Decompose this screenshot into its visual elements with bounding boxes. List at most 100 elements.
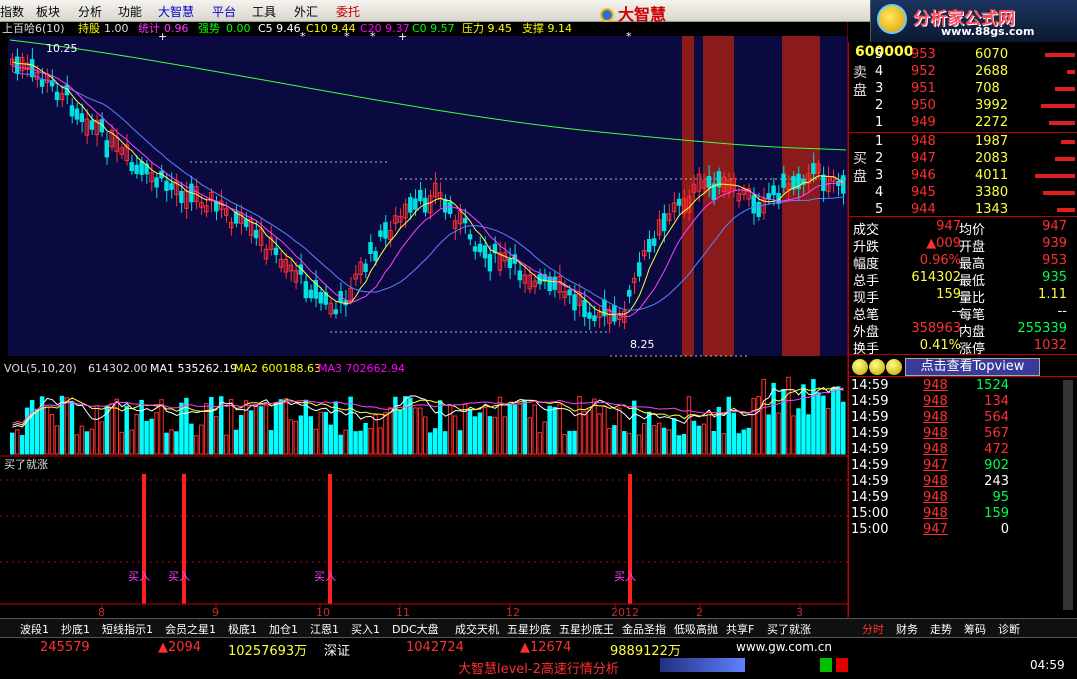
- candle-body: [477, 243, 483, 253]
- circle-icon-1[interactable]: [852, 359, 868, 375]
- status-sh-amount: 10257693万: [228, 644, 308, 659]
- stat-value-left: 358963: [911, 321, 961, 336]
- hold-label: 持股: [78, 22, 100, 35]
- view-tab[interactable]: 诊断: [998, 621, 1020, 637]
- candle-body: [646, 238, 652, 253]
- stat-value-right: 1.11: [1038, 287, 1067, 302]
- indicator-tab[interactable]: 五星抄底王: [559, 621, 614, 637]
- volume-bar: [273, 403, 279, 455]
- candle-body: [333, 309, 338, 315]
- tick-time: 14:59: [851, 442, 889, 457]
- volume-bar: [736, 433, 741, 455]
- indicator-tab[interactable]: DDC大盘: [392, 621, 439, 637]
- indicator-tab[interactable]: 会员之星1: [165, 621, 216, 637]
- candle-body: [129, 162, 134, 172]
- tick-volume: 134: [984, 394, 1009, 409]
- ask-level: 3: [875, 81, 884, 96]
- candle-body: [592, 315, 597, 322]
- menu-index[interactable]: 指数: [0, 3, 24, 20]
- signal-marker-icon: *: [344, 30, 350, 43]
- menu-forex[interactable]: 外汇: [294, 3, 318, 20]
- volume-bar: [661, 427, 667, 455]
- candle-body: [841, 175, 846, 194]
- candle-body: [368, 242, 373, 254]
- volume-bar: [711, 431, 717, 455]
- status-sh-volume: 245579: [40, 640, 90, 655]
- view-tab[interactable]: 分时: [862, 621, 884, 637]
- indicator-tab[interactable]: 极底1: [228, 621, 257, 637]
- indicator-tab[interactable]: 抄底1: [61, 621, 90, 637]
- menu-function[interactable]: 功能: [118, 3, 142, 20]
- tick-volume: 243: [984, 474, 1009, 489]
- view-tab[interactable]: 财务: [896, 621, 918, 637]
- volume-bar: [457, 430, 463, 455]
- candle-body: [418, 189, 423, 202]
- indicator-tab[interactable]: 江恩1: [310, 621, 339, 637]
- tick-volume: 567: [984, 426, 1009, 441]
- indicator-tab[interactable]: 短线指示1: [102, 621, 153, 637]
- indicator-tab[interactable]: 加仓1: [269, 621, 298, 637]
- indicator-tab[interactable]: 五星抄底: [507, 621, 551, 637]
- bid-price: 948: [911, 134, 936, 149]
- tick-scrollbar[interactable]: [1063, 380, 1073, 610]
- volume-bar: [816, 392, 821, 455]
- tick-time: 14:59: [851, 490, 889, 505]
- menu-dzh[interactable]: 大智慧: [158, 3, 194, 20]
- view-tab[interactable]: 走势: [930, 621, 952, 637]
- stat-value-left: 614302: [911, 270, 961, 285]
- volume-bar: [233, 429, 239, 455]
- indicator-tab[interactable]: 波段1: [20, 621, 49, 637]
- menu-platform[interactable]: 平台: [212, 3, 236, 20]
- stock-title: 上百哈6(10): [2, 22, 65, 35]
- volume-bar: [836, 386, 841, 455]
- topview-button[interactable]: 点击查看Topview: [905, 358, 1040, 376]
- menu-tools[interactable]: 工具: [252, 3, 276, 20]
- tick-price: 947: [923, 458, 948, 473]
- volume-bar: [472, 416, 478, 455]
- volume-bar: [646, 411, 652, 455]
- circle-icon-2[interactable]: [869, 359, 885, 375]
- volume-bar: [741, 429, 746, 455]
- volume-bar: [258, 406, 264, 455]
- view-tab[interactable]: 筹码: [964, 621, 986, 637]
- candle-body: [447, 201, 453, 214]
- volume-bar: [477, 412, 483, 455]
- indicator-tab[interactable]: 买了就涨: [767, 621, 811, 637]
- menu-analysis[interactable]: 分析: [78, 3, 102, 20]
- candle-body: [442, 198, 448, 213]
- indicator-tab[interactable]: 买入1: [351, 621, 380, 637]
- chart-area[interactable]: 上百哈6(10) 持股 1.00 统计 0.96 强势 0.00 C5 9.46…: [0, 22, 848, 618]
- menu-sector[interactable]: 板块: [36, 3, 60, 20]
- candle-body: [462, 218, 468, 224]
- volume-bar: [467, 408, 473, 455]
- ask-level: 4: [875, 64, 884, 79]
- menu-entrust[interactable]: 委托: [336, 3, 360, 20]
- volume-bar: [10, 432, 15, 455]
- vol-title: VOL(5,10,20): [4, 362, 77, 375]
- volume-bar: [612, 425, 617, 455]
- indicator-tab[interactable]: 共享F: [726, 621, 754, 637]
- indicator-tab[interactable]: 低吸高抛: [674, 621, 718, 637]
- stat-value-right: 935: [1042, 270, 1067, 285]
- bid-volume: 3380: [975, 185, 1009, 200]
- bid-volume: 1987: [975, 134, 1009, 149]
- brand-icon: [600, 8, 614, 22]
- tick-time: 14:59: [851, 410, 889, 425]
- status-light-green: [820, 658, 832, 672]
- tick-time: 14:59: [851, 378, 889, 393]
- candle-body: [413, 198, 418, 210]
- volume-bar: [238, 415, 244, 455]
- stat-value-left: 0.96%: [919, 253, 961, 268]
- bid-level: 4: [875, 185, 884, 200]
- indicator-tab[interactable]: 成交天机: [455, 621, 499, 637]
- logo-url: www.88gs.com: [941, 25, 1035, 38]
- candle-body: [308, 289, 314, 299]
- x-tick-label: 2: [696, 606, 703, 618]
- status-site[interactable]: www.gw.com.cn: [736, 640, 832, 654]
- volume-bar: [821, 395, 826, 455]
- volume-bar: [801, 384, 806, 455]
- logo-emblem-icon: [877, 4, 907, 34]
- circle-icon-3[interactable]: [886, 359, 902, 375]
- indicator-tab[interactable]: 金品圣指: [622, 621, 666, 637]
- volume-bar: [348, 396, 353, 455]
